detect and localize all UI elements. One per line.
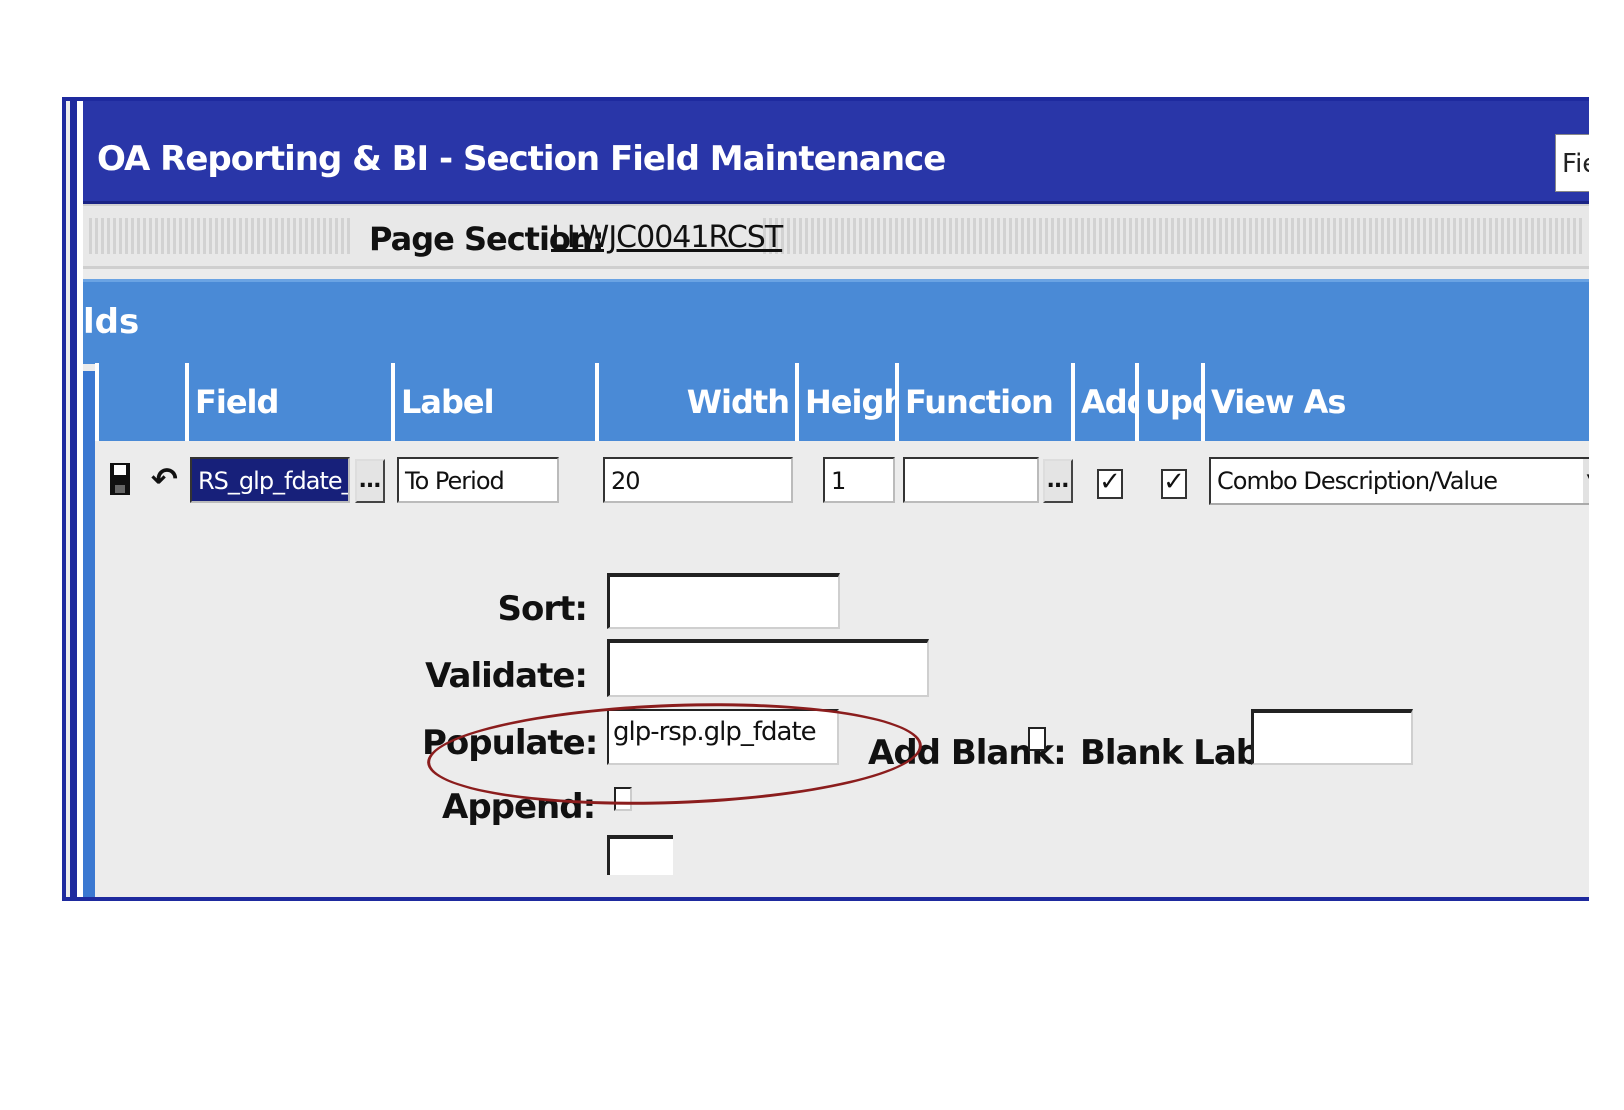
column-header-width: Width — [599, 363, 795, 441]
sort-label: Sort: — [497, 589, 588, 629]
column-header-label: Label — [395, 363, 595, 441]
window-border-inner — [70, 101, 77, 897]
undo-icon[interactable]: ↶ — [151, 461, 178, 497]
column-header-function: Function — [899, 363, 1071, 441]
width-input[interactable]: 20 — [603, 457, 793, 503]
decorative-hatch — [763, 218, 1583, 254]
column-header-upd: Upd — [1139, 363, 1215, 441]
window-border — [62, 101, 66, 897]
blank-label-label: Blank Label: — [1080, 733, 1305, 773]
corner-button[interactable]: Fie — [1555, 134, 1589, 192]
view-as-select[interactable]: Combo Description/Value ▼ — [1209, 457, 1589, 505]
window-title: OA Reporting & BI - Section Field Mainte… — [97, 139, 946, 179]
highlight-ellipse — [425, 695, 924, 813]
column-header-add: Add — [1075, 363, 1150, 441]
field-lookup-button[interactable]: … — [355, 459, 385, 503]
function-lookup-button[interactable]: … — [1043, 459, 1073, 503]
add-blank-checkbox[interactable] — [1028, 727, 1046, 751]
column-header-actions — [99, 363, 185, 441]
table-header-row: Field Label Width Height Function Add Up… — [95, 363, 1589, 441]
height-input[interactable]: 1 — [823, 457, 895, 503]
sort-input[interactable] — [607, 573, 840, 629]
field-input[interactable]: RS_glp_fdate_3 — [190, 457, 350, 503]
app-window: OA Reporting & BI - Section Field Mainte… — [62, 97, 1589, 901]
validate-input[interactable] — [607, 639, 929, 697]
title-bar: OA Reporting & BI - Section Field Mainte… — [83, 101, 1589, 204]
decorative-hatch — [89, 218, 351, 254]
column-header-height: Height — [799, 363, 920, 441]
table-row: ↶ RS_glp_fdate_3 … To Period 20 1 … ✓ ✓ … — [95, 441, 1589, 521]
partial-input[interactable] — [607, 835, 673, 875]
page-section-link[interactable]: LLWJC0041RCST — [551, 220, 783, 255]
column-header-view-as: View As — [1205, 363, 1589, 441]
page-section-bar: Page Section: LLWJC0041RCST — [83, 204, 1589, 269]
chevron-down-icon[interactable]: ▼ — [1583, 459, 1589, 503]
upd-checkbox[interactable]: ✓ — [1161, 469, 1187, 499]
left-rail — [83, 371, 95, 897]
label-input[interactable]: To Period — [397, 457, 559, 503]
save-icon[interactable] — [109, 461, 131, 497]
section-header: lds — [83, 279, 1589, 364]
add-checkbox[interactable]: ✓ — [1097, 469, 1123, 499]
function-input[interactable] — [903, 457, 1039, 503]
blank-label-input[interactable] — [1251, 709, 1413, 765]
validate-label: Validate: — [425, 656, 588, 696]
view-as-value: Combo Description/Value — [1217, 467, 1498, 495]
section-title: lds — [83, 302, 140, 342]
column-header-field: Field — [189, 363, 391, 441]
